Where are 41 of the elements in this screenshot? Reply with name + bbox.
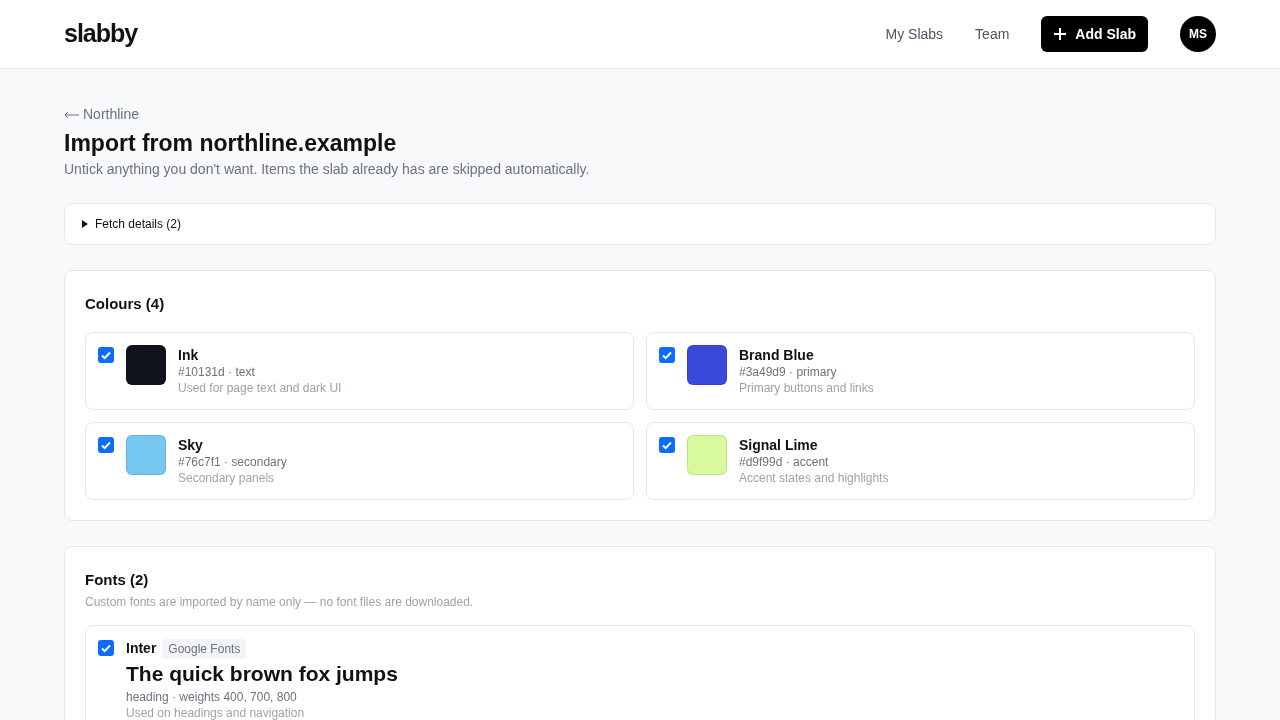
plus-icon xyxy=(1053,27,1068,41)
colour-item[interactable]: Signal Lime #d9f99d · accent Accent states and highlights xyxy=(646,421,1195,500)
section-heading: Colours (4) xyxy=(85,294,166,314)
logo[interactable]: slabby xyxy=(64,15,138,53)
checkbox[interactable] xyxy=(98,346,114,363)
colour-name: Signal Lime xyxy=(739,435,819,454)
font-description: Used on headings and navigation xyxy=(126,705,306,720)
colour-name: Brand Blue xyxy=(739,345,815,364)
checkbox[interactable] xyxy=(98,640,114,656)
fetch-details-toggle[interactable]: Fetch details (2) xyxy=(64,203,1216,245)
colour-description: Accent states and highlights xyxy=(739,469,889,486)
checkbox[interactable] xyxy=(659,346,675,363)
page-title: Import from northline.example xyxy=(64,129,398,158)
colour-meta: #10131d · text xyxy=(178,363,256,380)
section-note: Custom fonts are imported by name only — no font files are downloaded. xyxy=(85,594,475,611)
add-slab-button[interactable]: Add Slab xyxy=(1041,16,1148,52)
checkbox[interactable] xyxy=(98,436,114,453)
colour-description: Primary buttons and links xyxy=(739,379,874,396)
colour-item[interactable]: Brand Blue #3a49d9 · primary Primary buttons and links xyxy=(646,331,1195,410)
nav-link[interactable]: My Slabs xyxy=(885,23,944,45)
colour-item[interactable]: Ink #10131d · text Used for page text and dark UI xyxy=(85,331,634,410)
colour-description: Secondary panels xyxy=(178,469,276,486)
back-link[interactable]: Northline xyxy=(64,104,1216,125)
section-heading: Fonts (2) xyxy=(85,569,150,590)
font-name: Inter xyxy=(126,639,157,658)
colour-name: Ink xyxy=(178,345,200,364)
user-avatar[interactable]: MS xyxy=(1180,16,1216,52)
back-arrow-icon xyxy=(64,111,79,120)
colour-meta: #3a49d9 · primary xyxy=(739,363,838,380)
nav-link[interactable]: Team xyxy=(975,23,1010,45)
colour-meta: #d9f99d · accent xyxy=(739,453,830,470)
source-tag: Google Fonts xyxy=(162,638,247,659)
font-meta: heading · weights 400, 700, 800 xyxy=(126,689,298,705)
colour-name: Sky xyxy=(178,435,204,454)
font-sample: The quick brown fox jumps xyxy=(126,661,398,687)
page-subtitle: Untick anything you don't want. Items the slab already has are skipped automatically. xyxy=(64,160,591,179)
colour-item[interactable]: Sky #76c7f1 · secondary Secondary panels xyxy=(85,421,634,500)
colour-meta: #76c7f1 · secondary xyxy=(178,453,287,470)
font-item[interactable]: Inter Google Fonts The quick brown fox jumps heading · weights 400, 700, 800 Used on headings and navigation xyxy=(85,625,1195,720)
colour-description: Used for page text and dark UI xyxy=(178,379,342,396)
checkbox[interactable] xyxy=(659,436,675,453)
